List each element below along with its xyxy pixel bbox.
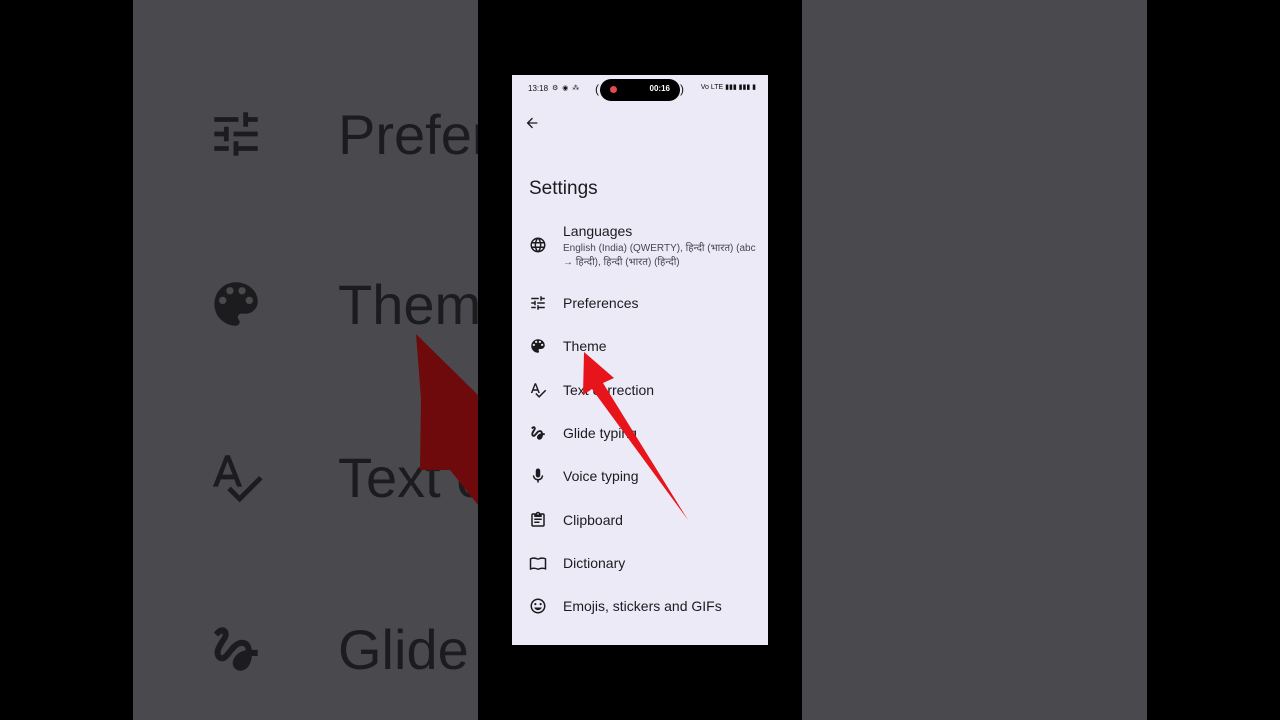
- settings-item-text-correction[interactable]: Text correction: [512, 370, 768, 410]
- recording-bracket-left: (: [595, 82, 599, 96]
- status-bar: 13:18 ⚙ ◉ ⁂ ( 00:16 ) Vo LTE ▮▮▮ ▮▮▮ ▮: [512, 75, 768, 105]
- settings-item-subtitle: English (India) (QWERTY), हिन्दी (भारत) …: [563, 243, 756, 268]
- page-title: Settings: [529, 178, 598, 199]
- bg-row-glide: Glide: [133, 600, 478, 700]
- bg-row-theme: Them: [133, 255, 478, 355]
- bg-row-text-correction: Text c: [133, 428, 478, 528]
- spellcheck-icon: [530, 383, 547, 398]
- record-dot-icon: [610, 86, 617, 93]
- settings-item-preferences[interactable]: Preferences: [512, 283, 768, 323]
- palette-icon: [214, 282, 258, 326]
- settings-item-voice-typing[interactable]: Voice typing: [512, 456, 768, 496]
- settings-item-label: Dictionary: [563, 555, 626, 571]
- settings-item-label: Text correction: [563, 382, 655, 398]
- settings-item-label: Voice typing: [563, 468, 639, 484]
- bg-label-theme: Them: [338, 273, 478, 336]
- status-time: 13:18: [528, 84, 549, 93]
- background-blur-right: [802, 0, 1147, 720]
- book-icon: [529, 557, 547, 571]
- settings-item-languages[interactable]: Languages English (India) (QWERTY), हिन्…: [512, 220, 768, 272]
- gesture-icon: [213, 627, 258, 671]
- clipboard-icon: [531, 511, 545, 527]
- settings-item-dictionary[interactable]: Dictionary: [512, 543, 768, 583]
- mic-icon: [532, 468, 544, 483]
- bg-row-preferences: Prefer: [133, 85, 478, 185]
- settings-item-theme[interactable]: Theme: [512, 326, 768, 366]
- screen-recording-pill[interactable]: 00:16: [600, 79, 680, 101]
- settings-item-label: Languages: [563, 223, 633, 239]
- back-arrow-icon[interactable]: [524, 115, 540, 131]
- palette-icon: [531, 339, 545, 353]
- settings-item-label: Emojis, stickers and GIFs: [563, 598, 722, 614]
- settings-item-label: Theme: [563, 338, 607, 354]
- bg-label-preferences: Prefer: [338, 103, 478, 166]
- bg-label-text-correction: Text c: [338, 446, 478, 509]
- sliders-icon: [531, 296, 545, 310]
- settings-item-label: Glide typing: [563, 425, 637, 441]
- settings-item-glide-typing[interactable]: Glide typing: [512, 413, 768, 453]
- settings-item-label: Clipboard: [563, 512, 623, 528]
- recording-bracket-right: ): [680, 82, 684, 96]
- emoji-icon: [530, 598, 546, 614]
- settings-item-label: Preferences: [563, 295, 639, 311]
- recording-timer: 00:16: [649, 84, 670, 93]
- phone-screen: 13:18 ⚙ ◉ ⁂ ( 00:16 ) Vo LTE ▮▮▮ ▮▮▮ ▮ S…: [512, 75, 768, 645]
- globe-icon: [530, 237, 546, 253]
- gesture-icon: [531, 426, 545, 440]
- settings-item-clipboard[interactable]: Clipboard: [512, 500, 768, 540]
- bg-label-glide: Glide: [338, 618, 469, 681]
- background-blur-left: Prefer Them Text c Glide: [133, 0, 478, 720]
- settings-item-emojis[interactable]: Emojis, stickers and GIFs: [512, 586, 768, 626]
- spellcheck-icon: [212, 455, 263, 503]
- status-notification-icons: ⚙ ◉ ⁂: [552, 85, 581, 92]
- sliders-icon: [214, 112, 258, 156]
- status-signal-battery-icons: Vo LTE ▮▮▮ ▮▮▮ ▮: [700, 84, 756, 91]
